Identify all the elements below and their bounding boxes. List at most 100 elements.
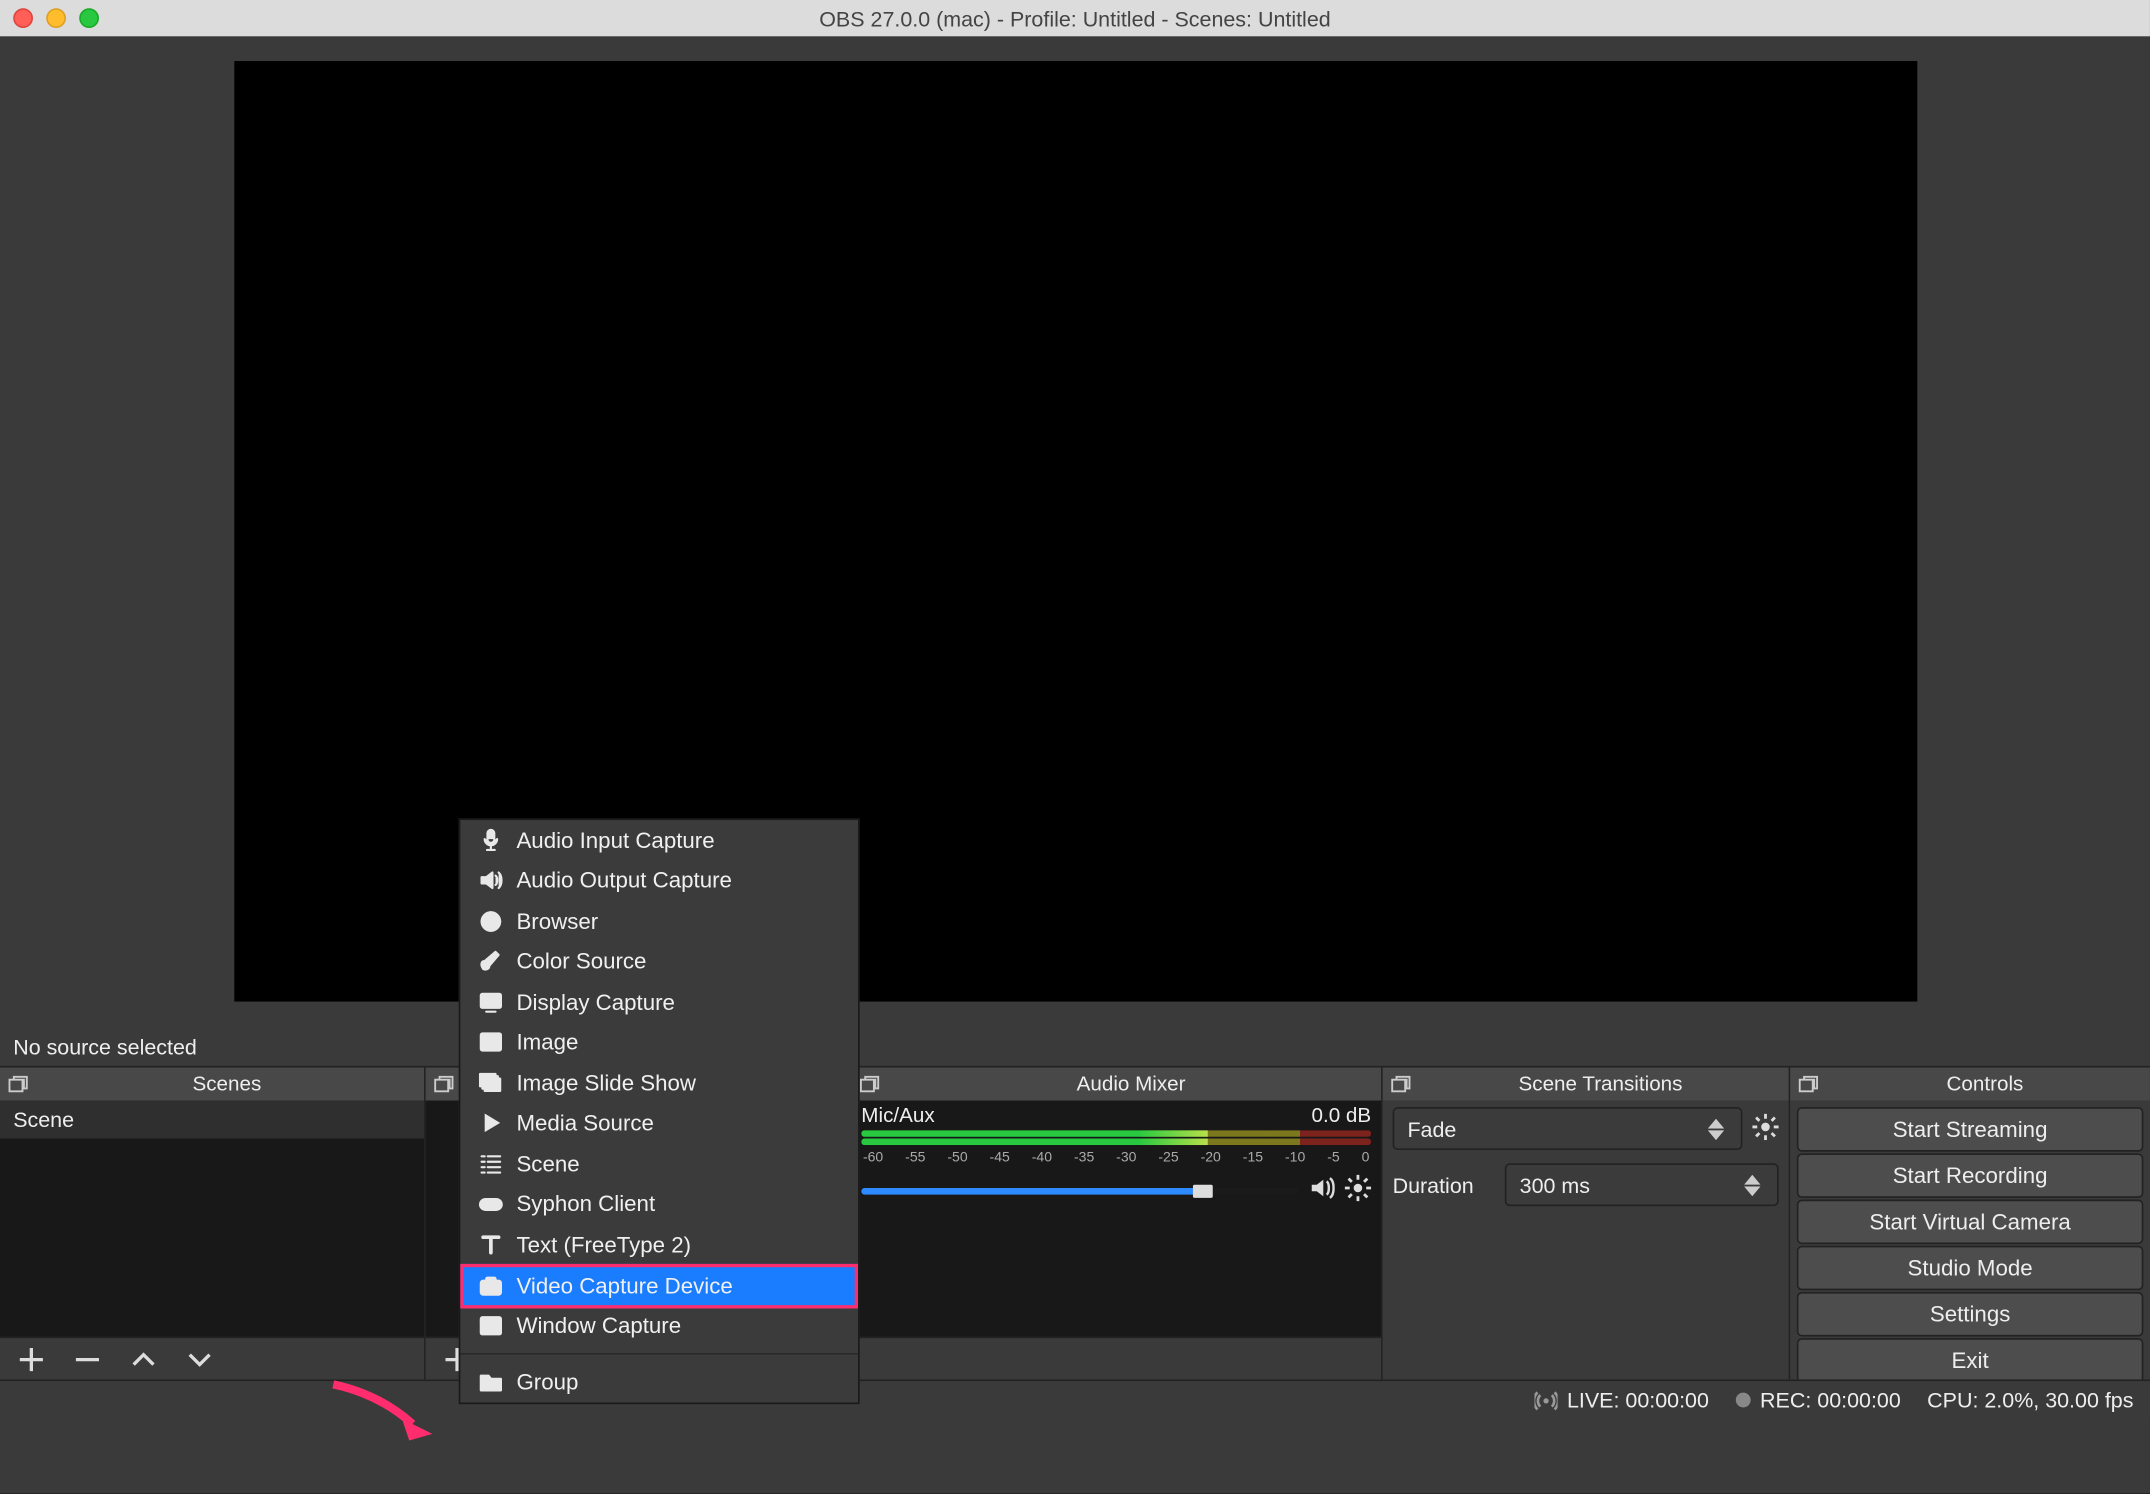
source-menu-item-audio-output-capture[interactable]: Audio Output Capture: [460, 860, 858, 900]
titlebar: OBS 27.0.0 (mac) - Profile: Untitled - S…: [0, 0, 2150, 36]
gamepad-icon: [477, 1191, 503, 1217]
obs-window: OBS 27.0.0 (mac) - Profile: Untitled - S…: [0, 0, 2150, 1493]
meter-tick: -40: [1032, 1148, 1052, 1165]
transition-settings-button[interactable]: [1752, 1113, 1778, 1144]
mic-icon: [477, 827, 503, 853]
gear-icon[interactable]: [1345, 1175, 1371, 1206]
minimize-window-button[interactable]: [46, 8, 66, 28]
scenes-list[interactable]: Scene: [0, 1101, 424, 1337]
popout-icon[interactable]: [858, 1073, 881, 1096]
exit-button[interactable]: Exit: [1797, 1338, 2143, 1379]
camera-icon: [477, 1272, 503, 1298]
cpu-status: CPU: 2.0%, 30.00 fps: [1927, 1388, 2133, 1413]
meter-tick: -25: [1158, 1148, 1178, 1165]
menu-item-label: Display Capture: [516, 990, 674, 1015]
menu-item-label: Audio Input Capture: [516, 828, 714, 853]
meter-tick: -5: [1327, 1148, 1339, 1165]
menu-item-label: Media Source: [516, 1111, 653, 1136]
audio-meter: [861, 1139, 1371, 1146]
popout-icon[interactable]: [1797, 1073, 1820, 1096]
menu-item-label: Window Capture: [516, 1314, 681, 1339]
stepper-icon[interactable]: [1741, 1174, 1764, 1195]
speaker-icon: [477, 867, 503, 893]
rec-status: REC: 00:00:00: [1760, 1388, 1901, 1413]
scene-item[interactable]: Scene: [0, 1101, 424, 1139]
meter-tick: -55: [905, 1148, 925, 1165]
controls-title: Controls: [1820, 1073, 2150, 1096]
source-menu-item-audio-input-capture[interactable]: Audio Input Capture: [460, 820, 858, 860]
mixer-channel-level: 0.0 dB: [1312, 1104, 1372, 1127]
menu-item-label: Image Slide Show: [516, 1070, 696, 1095]
start-recording-button[interactable]: Start Recording: [1797, 1153, 2143, 1198]
monitor-icon: [477, 989, 503, 1015]
meter-tick: -35: [1074, 1148, 1094, 1165]
source-menu-item-media-source[interactable]: Media Source: [460, 1103, 858, 1143]
add-source-menu[interactable]: Audio Input Capture Audio Output Capture B…: [459, 818, 860, 1403]
folder-icon: [477, 1368, 503, 1394]
text-icon: [477, 1231, 503, 1257]
source-menu-item-window-capture[interactable]: Window Capture: [460, 1306, 858, 1346]
remove-scene-button[interactable]: [73, 1344, 103, 1374]
studio-mode-button[interactable]: Studio Mode: [1797, 1246, 2143, 1291]
meter-tick: 0: [1362, 1148, 1370, 1165]
meter-tick: -10: [1285, 1148, 1305, 1165]
play-icon: [477, 1110, 503, 1136]
meter-tick: -15: [1243, 1148, 1263, 1165]
bottom-status-bar: LIVE: 00:00:00 REC: 00:00:00 CPU: 2.0%, …: [0, 1379, 2150, 1419]
broadcast-icon: [1534, 1388, 1557, 1411]
meter-ticks: -60-55-50-45-40-35-30-25-20-15-10-50: [861, 1148, 1371, 1165]
window-icon: [477, 1313, 503, 1339]
preview-area: [0, 36, 2150, 1026]
scenes-title: Scenes: [30, 1073, 424, 1096]
source-menu-item-group[interactable]: Group: [460, 1361, 858, 1401]
audio-mixer-panel: Audio Mixer Mic/Aux 0.0 dB -60-55-50-45-…: [851, 1068, 1382, 1380]
source-menu-item-image-slide-show[interactable]: Image Slide Show: [460, 1063, 858, 1103]
start-streaming-button[interactable]: Start Streaming: [1797, 1107, 2143, 1152]
duration-input[interactable]: 300 ms: [1505, 1163, 1779, 1206]
source-menu-item-image[interactable]: Image: [460, 1022, 858, 1062]
chevron-updown-icon: [1704, 1118, 1727, 1139]
stack-icon: [477, 1070, 503, 1096]
source-menu-item-browser[interactable]: Browser: [460, 901, 858, 941]
popout-icon[interactable]: [432, 1073, 455, 1096]
meter-tick: -45: [990, 1148, 1010, 1165]
add-scene-button[interactable]: [17, 1344, 47, 1374]
zoom-window-button[interactable]: [79, 8, 99, 28]
source-menu-item-syphon-client[interactable]: Syphon Client: [460, 1184, 858, 1224]
menu-item-label: Browser: [516, 909, 598, 934]
mixer-title: Audio Mixer: [881, 1073, 1381, 1096]
brush-icon: [477, 948, 503, 974]
menu-item-label: Syphon Client: [516, 1192, 655, 1217]
popout-icon[interactable]: [1389, 1073, 1412, 1096]
close-window-button[interactable]: [13, 8, 33, 28]
source-menu-item-text-freetype-2-[interactable]: Text (FreeType 2): [460, 1224, 858, 1264]
controls-panel: Controls Start StreamingStart RecordingS…: [1790, 1068, 2150, 1380]
image-icon: [477, 1029, 503, 1055]
source-menu-item-video-capture-device[interactable]: Video Capture Device: [460, 1263, 858, 1308]
menu-item-label: Scene: [516, 1151, 579, 1176]
move-scene-up-button[interactable]: [129, 1344, 159, 1374]
transition-select[interactable]: Fade: [1393, 1107, 1743, 1150]
speaker-icon[interactable]: [1308, 1175, 1334, 1206]
settings-button[interactable]: Settings: [1797, 1292, 2143, 1337]
record-dot-icon: [1735, 1393, 1750, 1408]
menu-separator: [460, 1353, 858, 1355]
start-virtual-camera-button[interactable]: Start Virtual Camera: [1797, 1200, 2143, 1245]
volume-slider[interactable]: [861, 1187, 1298, 1194]
window-title: OBS 27.0.0 (mac) - Profile: Untitled - S…: [0, 6, 2150, 31]
move-scene-down-button[interactable]: [185, 1344, 215, 1374]
source-menu-item-scene[interactable]: Scene: [460, 1143, 858, 1183]
mixer-channel-name: Mic/Aux: [861, 1104, 934, 1127]
list-icon: [477, 1150, 503, 1176]
source-status-line: No source selected: [0, 1026, 2150, 1066]
transition-selected-value: Fade: [1407, 1116, 1456, 1141]
duration-label: Duration: [1393, 1172, 1495, 1197]
source-menu-item-display-capture[interactable]: Display Capture: [460, 982, 858, 1022]
popout-icon[interactable]: [7, 1073, 30, 1096]
menu-item-label: Video Capture Device: [516, 1273, 732, 1298]
menu-item-label: Text (FreeType 2): [516, 1232, 691, 1257]
source-menu-item-color-source[interactable]: Color Source: [460, 941, 858, 981]
scene-transitions-panel: Scene Transitions Fade Duration: [1383, 1068, 1791, 1380]
meter-tick: -50: [947, 1148, 967, 1165]
meter-tick: -20: [1201, 1148, 1221, 1165]
